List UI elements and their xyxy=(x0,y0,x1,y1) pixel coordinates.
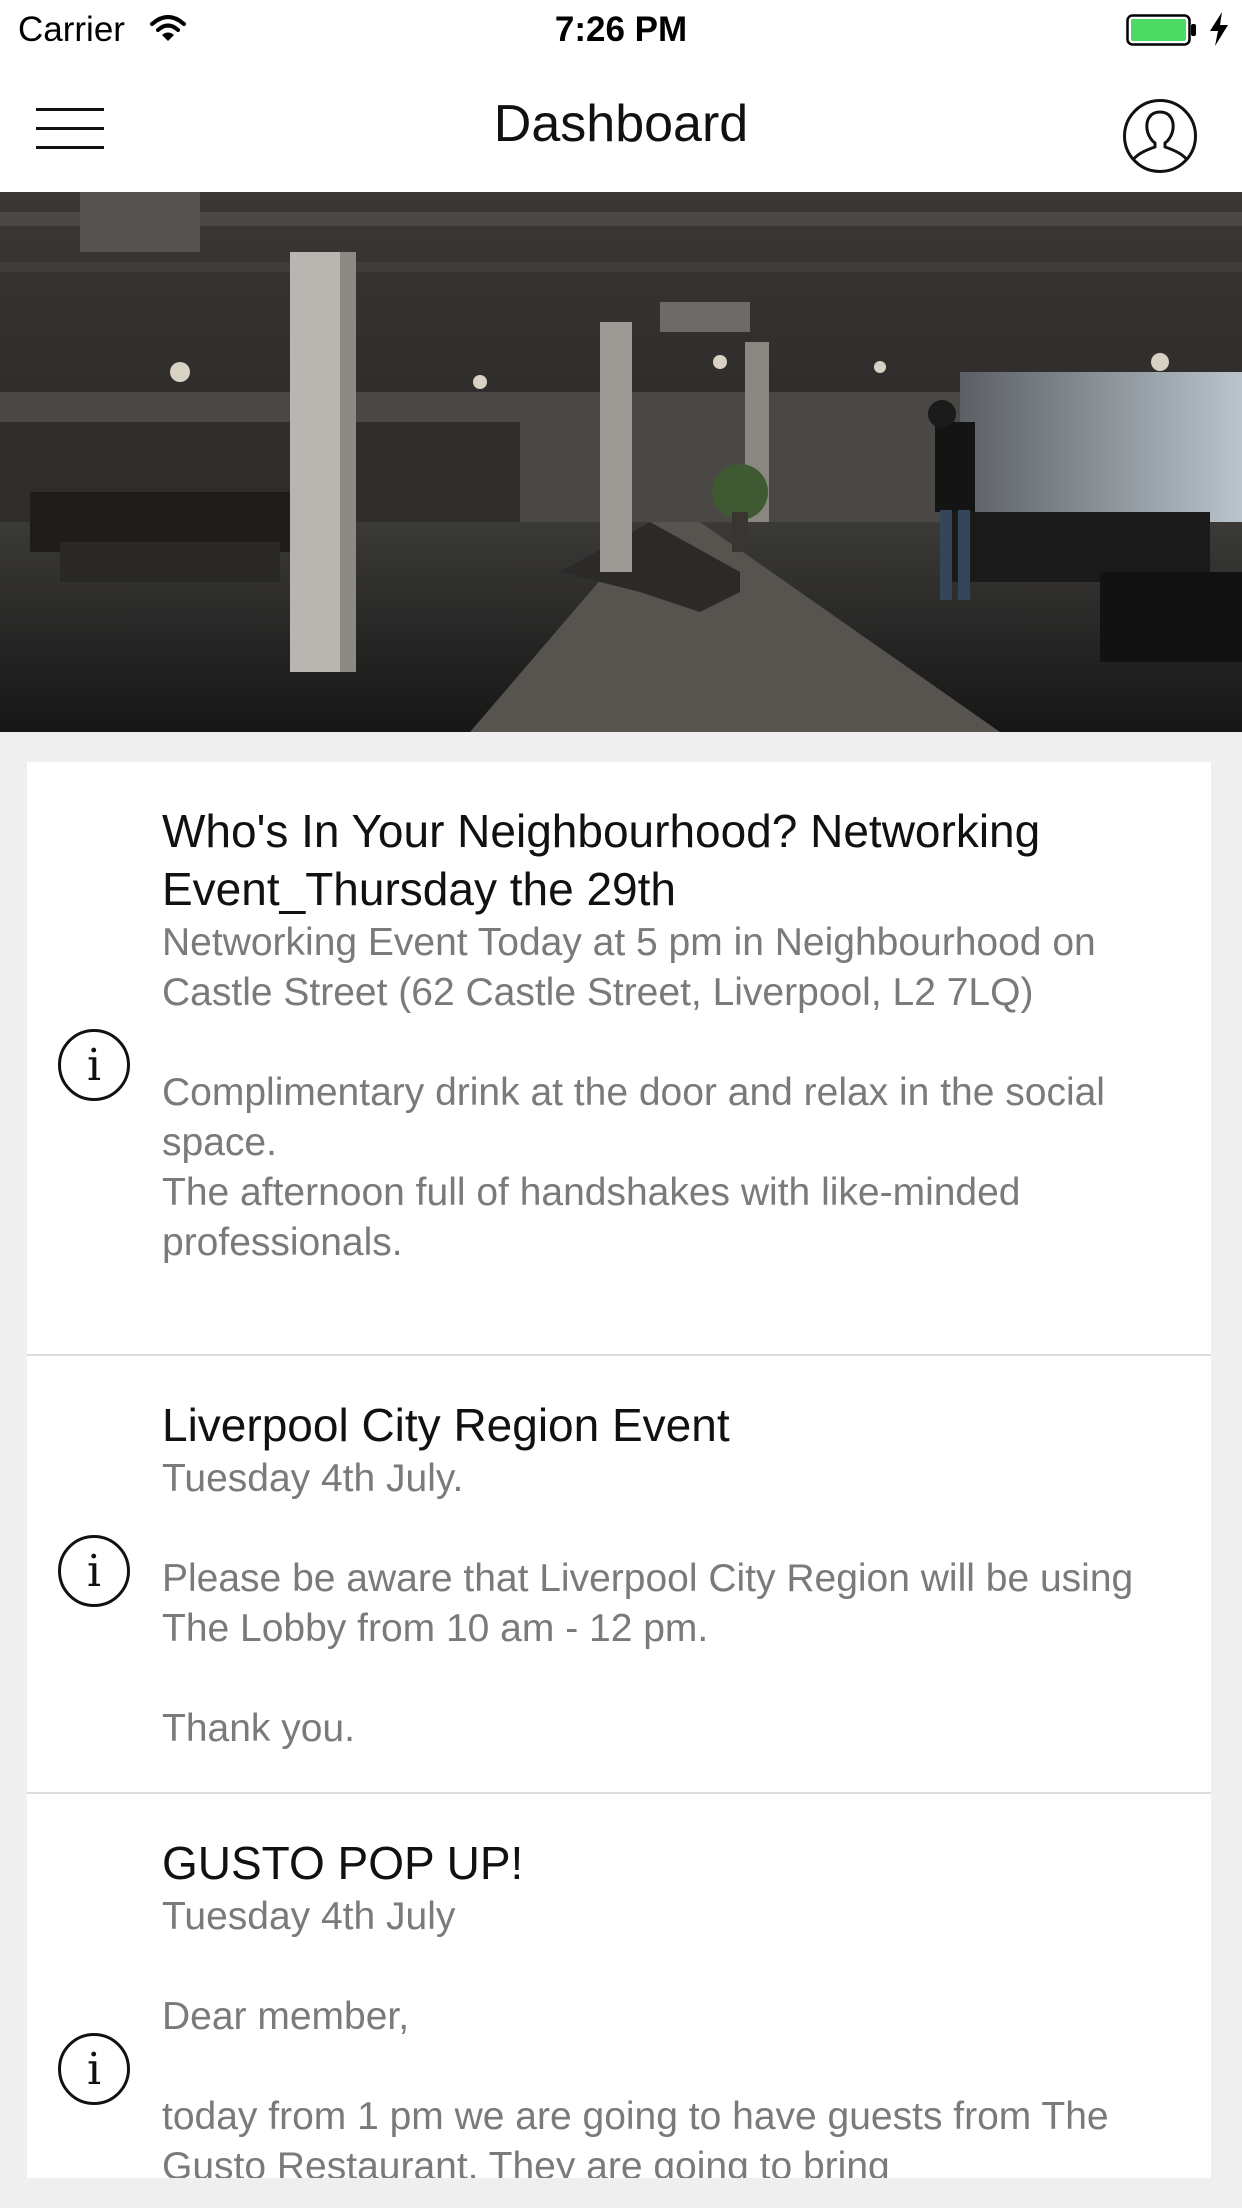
dashboard-screen: Carrier 7:26 PM Dashboard i Who's In You… xyxy=(0,0,1242,2208)
event-card[interactable]: i Who's In Your Neighbourhood? Networkin… xyxy=(27,762,1211,1356)
profile-icon[interactable] xyxy=(1122,98,1198,174)
status-bar: Carrier 7:26 PM xyxy=(0,0,1242,60)
info-icon[interactable]: i xyxy=(57,1534,131,1608)
clock-label: 7:26 PM xyxy=(554,10,688,49)
event-body: Tuesday 4th July Dear member, today from… xyxy=(162,1895,1109,2178)
event-card[interactable]: i Liverpool City Region Event Tuesday 4t… xyxy=(27,1356,1211,1794)
office-photo xyxy=(0,192,1242,732)
navigation-bar: Dashboard xyxy=(0,60,1242,192)
charging-bolt-icon xyxy=(1210,12,1228,46)
event-title: Who's In Your Neighbourhood? Networking … xyxy=(162,805,1041,915)
info-icon[interactable]: i xyxy=(57,2032,131,2106)
event-body: Tuesday 4th July. Please be aware that L… xyxy=(162,1457,1134,1750)
event-body: Networking Event Today at 5 pm in Neighb… xyxy=(162,921,1105,1264)
svg-text:i: i xyxy=(87,2044,101,2095)
event-title: GUSTO POP UP! xyxy=(162,1837,524,1889)
svg-text:i: i xyxy=(87,1546,101,1597)
event-card[interactable]: i GUSTO POP UP! Tuesday 4th July Dear me… xyxy=(27,1794,1211,2178)
battery-icon xyxy=(1126,14,1196,46)
event-title: Liverpool City Region Event xyxy=(162,1399,730,1451)
info-icon[interactable]: i xyxy=(57,1028,131,1102)
hero-image xyxy=(0,192,1242,732)
events-list[interactable]: i Who's In Your Neighbourhood? Networkin… xyxy=(27,762,1211,2178)
page-title: Dashboard xyxy=(493,95,749,153)
svg-text:i: i xyxy=(87,1040,101,1091)
